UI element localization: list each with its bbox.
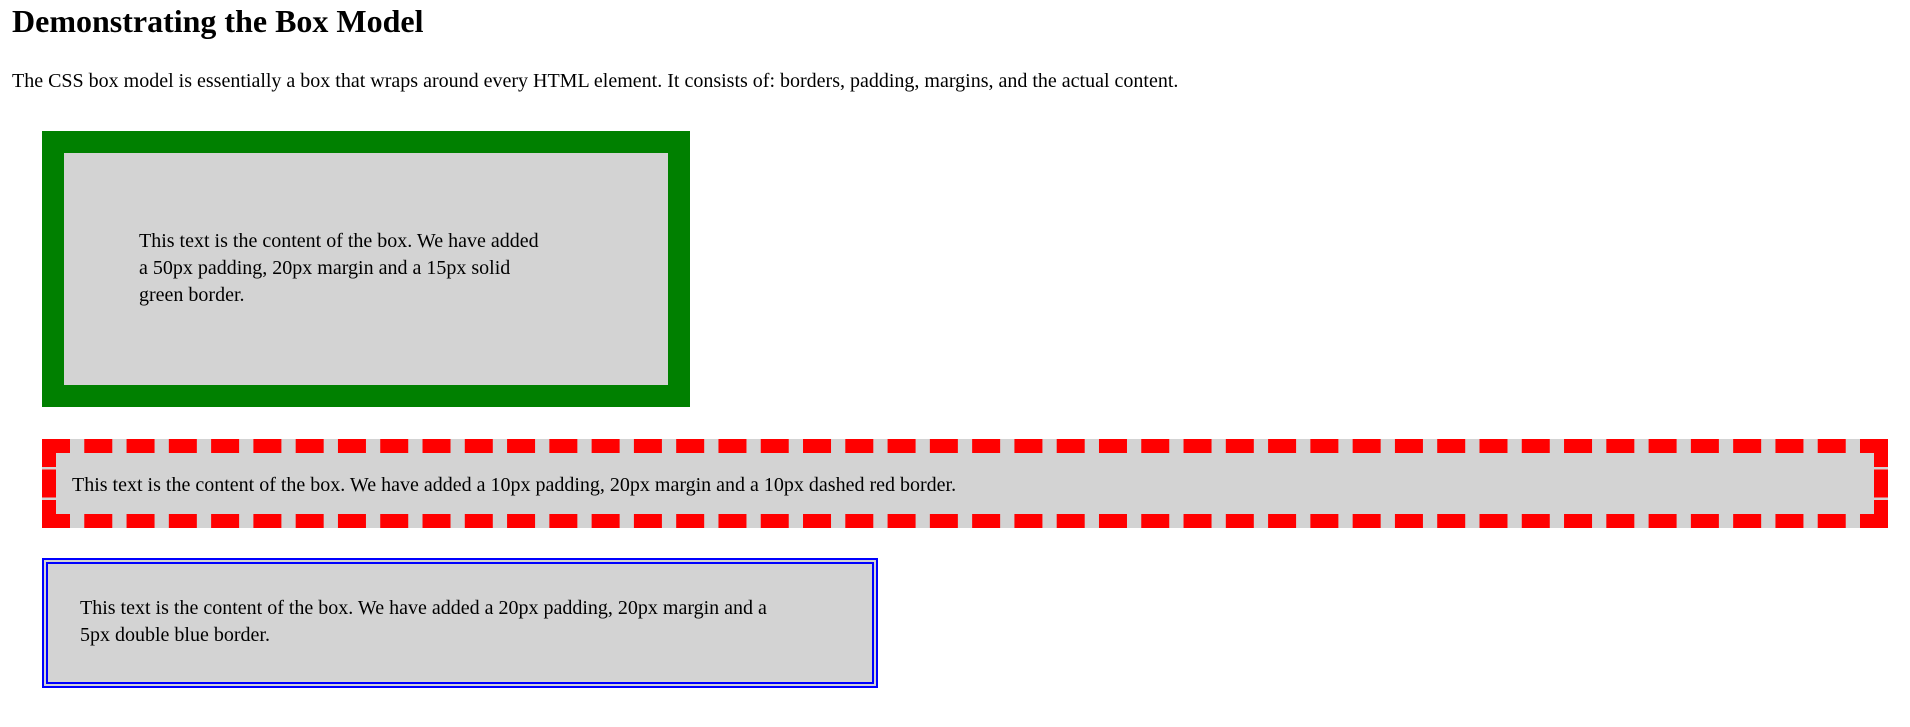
box-solid-green-text: This text is the content of the box. We … <box>139 230 539 306</box>
box-solid-green: This text is the content of the box. We … <box>42 131 690 407</box>
page-content: Demonstrating the Box Model The CSS box … <box>0 0 1910 93</box>
page-title: Demonstrating the Box Model <box>12 3 424 39</box>
box-dashed-red: This text is the content of the box. We … <box>42 439 1888 528</box>
box-dashed-red-text: This text is the content of the box. We … <box>72 474 957 496</box>
box-double-blue-text: This text is the content of the box. We … <box>80 597 767 646</box>
box-double-blue: This text is the content of the box. We … <box>42 558 878 688</box>
intro-paragraph: The CSS box model is essentially a box t… <box>12 70 1179 93</box>
